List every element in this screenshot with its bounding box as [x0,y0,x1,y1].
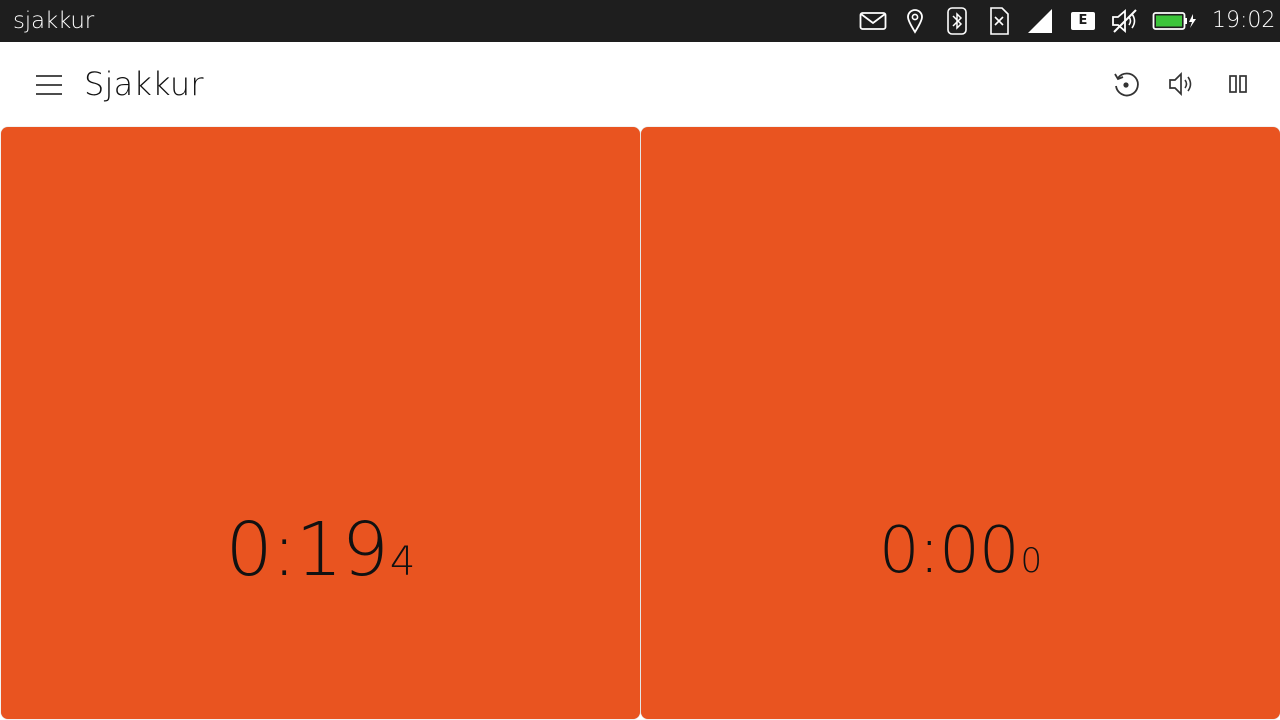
sim-icon [988,0,1010,42]
player-one-clock-panel[interactable]: 0:19 4 [1,127,640,719]
page-title: Sjakkur [84,65,204,103]
bluetooth-icon [946,0,968,42]
status-time: 19:02 [1212,8,1276,33]
location-icon [904,0,926,42]
pause-icon[interactable] [1218,64,1258,104]
reset-icon[interactable] [1106,64,1146,104]
status-bar: sjakkur E 19:02 [0,0,1280,42]
player-one-time: 0:19 4 [1,507,640,593]
volume-muted-icon [1110,0,1140,42]
app-header: Sjakkur [0,42,1280,127]
player-two-time: 0:00 0 [641,514,1280,588]
battery-icon [1152,0,1198,42]
signal-icon [1026,0,1054,42]
sound-icon[interactable] [1162,64,1202,104]
player-one-time-tenths: 4 [389,539,416,585]
network-type-icon: E [1070,0,1096,42]
mail-icon [858,0,888,42]
menu-icon[interactable] [30,68,68,102]
player-two-clock-panel[interactable]: 0:00 0 [641,127,1280,719]
player-two-time-main: 0:00 [878,514,1020,588]
network-type-label: E [1078,13,1088,28]
player-one-time-main: 0:19 [225,507,389,593]
status-app-name: sjakkur [13,8,95,34]
player-two-time-tenths: 0 [1020,541,1043,581]
